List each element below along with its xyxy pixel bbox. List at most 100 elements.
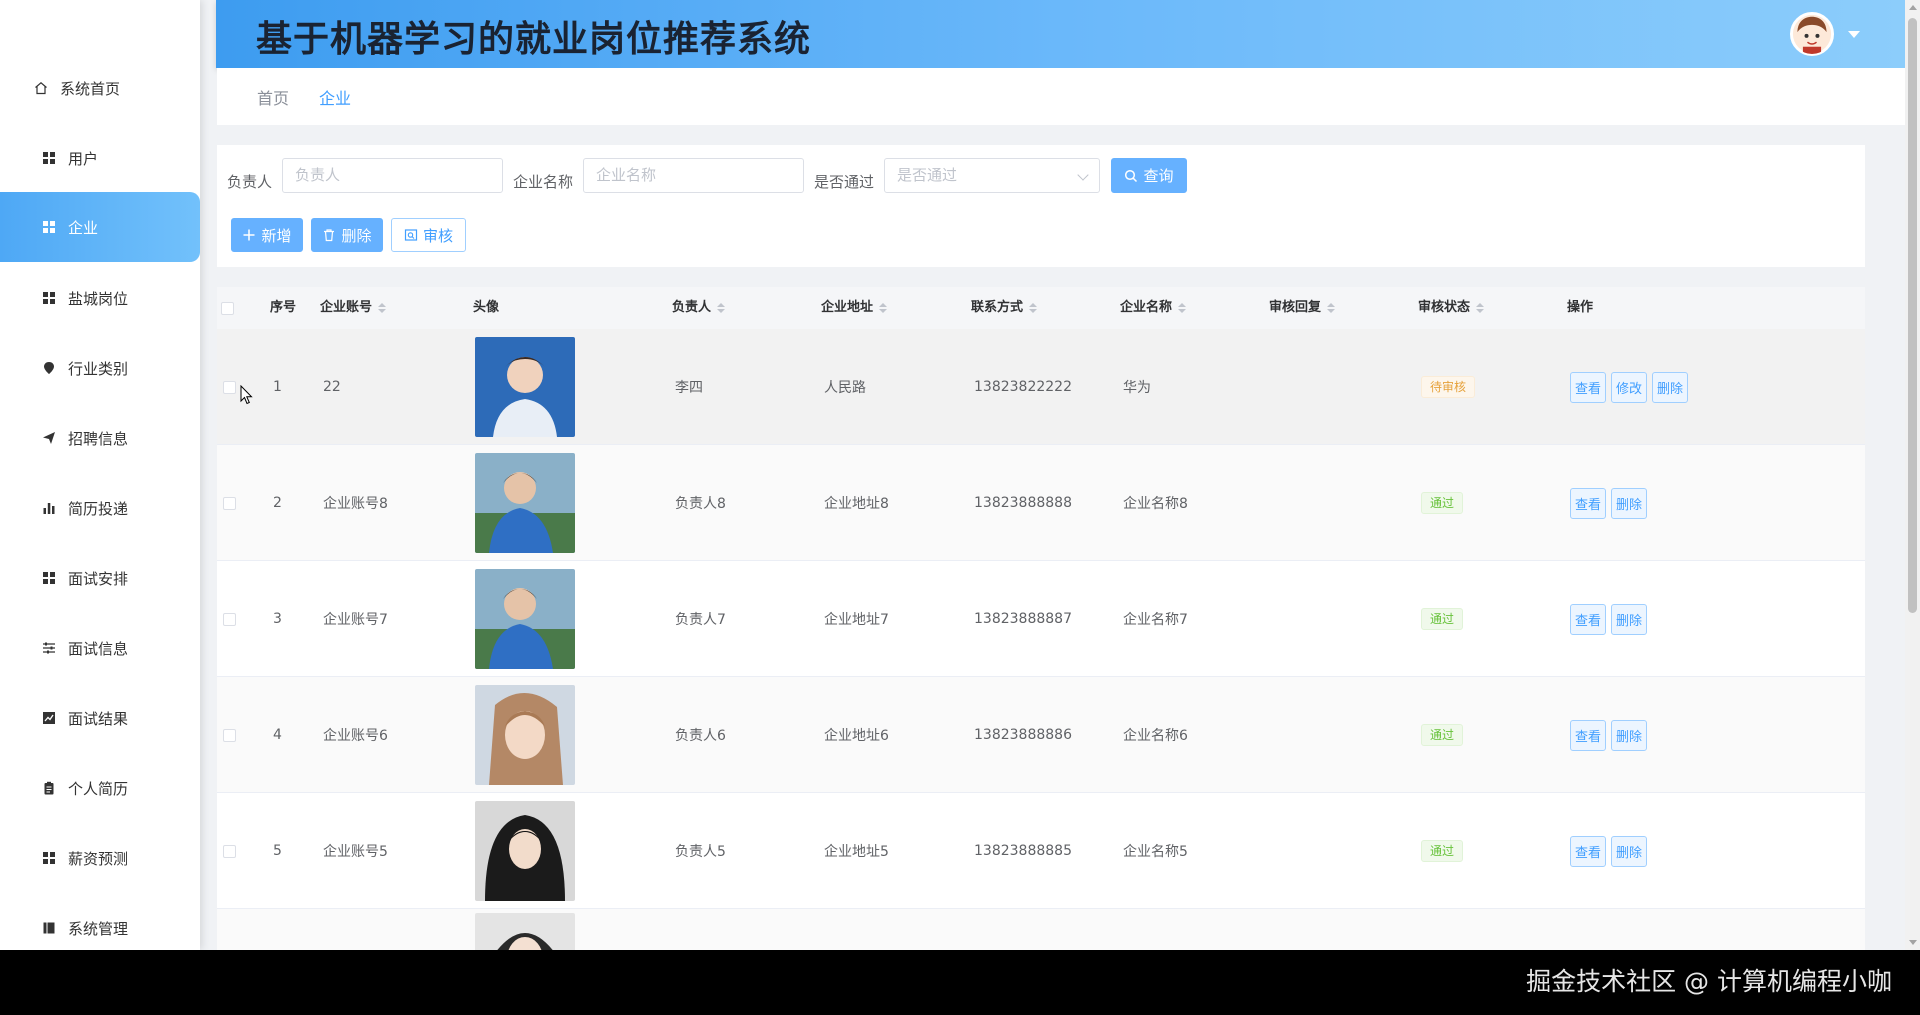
sidebar-item-label: 招聘信息 <box>68 429 129 448</box>
home-icon <box>34 81 48 95</box>
line-chart-icon <box>42 711 56 725</box>
cell-address: 企业地址8 <box>824 496 889 512</box>
cell-owner: 负责人5 <box>675 844 726 860</box>
add-button-label: 新增 <box>261 226 292 245</box>
sidebar-item-company[interactable]: 企业 <box>0 192 200 262</box>
passed-select[interactable]: 是否通过 <box>884 158 1100 193</box>
sidebar-item-system-admin[interactable]: 系统管理 <box>0 893 200 963</box>
pin-icon <box>42 361 56 375</box>
cell-account: 企业账号6 <box>323 728 388 744</box>
company-photo[interactable] <box>475 337 575 437</box>
cell-address: 人民路 <box>824 380 866 396</box>
sort-icon[interactable] <box>378 303 387 313</box>
cell-phone: 13823822222 <box>974 379 1072 395</box>
view-button[interactable]: 查看 <box>1570 487 1607 519</box>
company-name-label: 企业名称 <box>513 173 574 191</box>
sort-icon[interactable] <box>1029 303 1038 313</box>
owner-input[interactable]: 负责人 <box>282 158 503 193</box>
cell-phone: 13823888886 <box>974 727 1072 743</box>
select-all-checkbox[interactable] <box>221 287 234 329</box>
table-row[interactable] <box>217 909 1865 950</box>
view-button[interactable]: 查看 <box>1570 719 1607 751</box>
sidebar-item-interview-info[interactable]: 面试信息 <box>0 613 200 683</box>
header-reply-label: 审核回复 <box>1269 300 1322 315</box>
cell-phone: 13823888887 <box>974 611 1072 627</box>
company-photo[interactable] <box>475 801 575 901</box>
scrollbar-thumb[interactable] <box>1908 18 1917 613</box>
search-panel: 负责人 负责人 企业名称 企业名称 是否通过 是否通过 查询 新增 删除 审核 <box>217 145 1865 267</box>
sort-icon[interactable] <box>1178 303 1187 313</box>
company-name-input[interactable]: 企业名称 <box>583 158 804 193</box>
query-button[interactable]: 查询 <box>1111 158 1187 193</box>
header-phone-label: 联系方式 <box>971 300 1024 315</box>
row-checkbox[interactable] <box>223 793 236 909</box>
breadcrumb-home[interactable]: 首页 <box>257 85 289 109</box>
row-checkbox[interactable] <box>223 445 236 561</box>
delete-row-button[interactable]: 删除 <box>1652 371 1689 403</box>
grid-icon <box>42 851 56 865</box>
scroll-down-arrow-icon[interactable] <box>1909 940 1917 945</box>
sidebar-item-home[interactable]: 系统首页 <box>0 53 200 123</box>
delete-row-button[interactable]: 删除 <box>1611 487 1648 519</box>
company-photo[interactable] <box>475 685 575 785</box>
header-reply[interactable]: 审核回复 <box>1269 287 1336 329</box>
header-name[interactable]: 企业名称 <box>1120 287 1187 329</box>
sidebar-item-interview-schedule[interactable]: 面试安排 <box>0 543 200 613</box>
sidebar-item-resume-delivery[interactable]: 简历投递 <box>0 473 200 543</box>
cell-index: 4 <box>273 727 282 743</box>
cell-avatar <box>475 445 575 561</box>
sidebar-item-interview-result[interactable]: 面试结果 <box>0 683 200 753</box>
review-button[interactable]: 审核 <box>391 218 466 252</box>
header-owner[interactable]: 负责人 <box>672 287 726 329</box>
scroll-up-arrow-icon[interactable] <box>1909 5 1917 10</box>
sidebar-item-label: 行业类别 <box>68 359 129 378</box>
delete-row-button[interactable]: 删除 <box>1611 719 1648 751</box>
status-badge: 通过 <box>1421 608 1464 630</box>
table-row[interactable]: 4 企业账号6 负责人6 企业地址6 13823888886 企业名称6 通过 … <box>217 677 1865 793</box>
sidebar-item-jobs[interactable]: 盐城岗位 <box>0 263 200 333</box>
sidebar-item-industry[interactable]: 行业类别 <box>0 333 200 403</box>
view-button[interactable]: 查看 <box>1570 603 1607 635</box>
header-owner-label: 负责人 <box>672 300 712 315</box>
view-button[interactable]: 查看 <box>1570 835 1607 867</box>
sidebar-item-salary-predict[interactable]: 薪资预测 <box>0 823 200 893</box>
company-photo[interactable] <box>475 569 575 669</box>
row-checkbox[interactable] <box>223 677 236 793</box>
sort-icon[interactable] <box>717 303 726 313</box>
row-checkbox[interactable] <box>223 329 236 445</box>
sidebar-item-personal-resume[interactable]: 个人简历 <box>0 753 200 823</box>
view-button[interactable]: 查看 <box>1570 371 1607 403</box>
delete-row-button[interactable]: 删除 <box>1611 603 1648 635</box>
add-button[interactable]: 新增 <box>231 218 303 252</box>
chevron-down-icon[interactable] <box>1848 30 1860 38</box>
avatar[interactable] <box>1790 12 1834 56</box>
delete-row-button[interactable]: 删除 <box>1611 835 1648 867</box>
vertical-scrollbar[interactable] <box>1905 0 1920 950</box>
cell-ops: 查看 删除 <box>1570 677 1652 793</box>
row-checkbox[interactable] <box>223 561 236 677</box>
status-badge: 待审核 <box>1421 376 1476 398</box>
table-row[interactable]: 3 企业账号7 负责人7 企业地址7 13823888887 企业名称7 通过 … <box>217 561 1865 677</box>
sort-icon[interactable] <box>879 303 888 313</box>
header-address[interactable]: 企业地址 <box>821 287 888 329</box>
delete-button[interactable]: 删除 <box>311 218 383 252</box>
table-row[interactable]: 2 企业账号8 负责人8 企业地址8 13823888888 企业名称8 通过 … <box>217 445 1865 561</box>
sort-icon[interactable] <box>1476 303 1485 313</box>
sidebar-item-users[interactable]: 用户 <box>0 123 200 193</box>
sidebar-item-label: 企业 <box>68 218 99 237</box>
header-status[interactable]: 审核状态 <box>1418 287 1485 329</box>
user-menu[interactable] <box>1790 12 1860 56</box>
header-phone[interactable]: 联系方式 <box>971 287 1038 329</box>
book-icon <box>42 921 56 935</box>
table-row[interactable]: 5 企业账号5 负责人5 企业地址5 13823888885 企业名称5 通过 … <box>217 793 1865 909</box>
header-account[interactable]: 企业账号 <box>320 287 387 329</box>
company-photo[interactable] <box>475 913 575 950</box>
sort-icon[interactable] <box>1327 303 1336 313</box>
company-photo[interactable] <box>475 453 575 553</box>
table-row[interactable]: 1 22 李四 人民路 13823822222 华为 待审核 查看 修改 删除 <box>217 329 1865 445</box>
edit-button[interactable]: 修改 <box>1611 371 1648 403</box>
clipboard-icon <box>42 781 56 795</box>
cell-ops: 查看 删除 <box>1570 561 1652 677</box>
sidebar-item-recruit[interactable]: 招聘信息 <box>0 403 200 473</box>
cell-name: 企业名称6 <box>1123 728 1188 744</box>
